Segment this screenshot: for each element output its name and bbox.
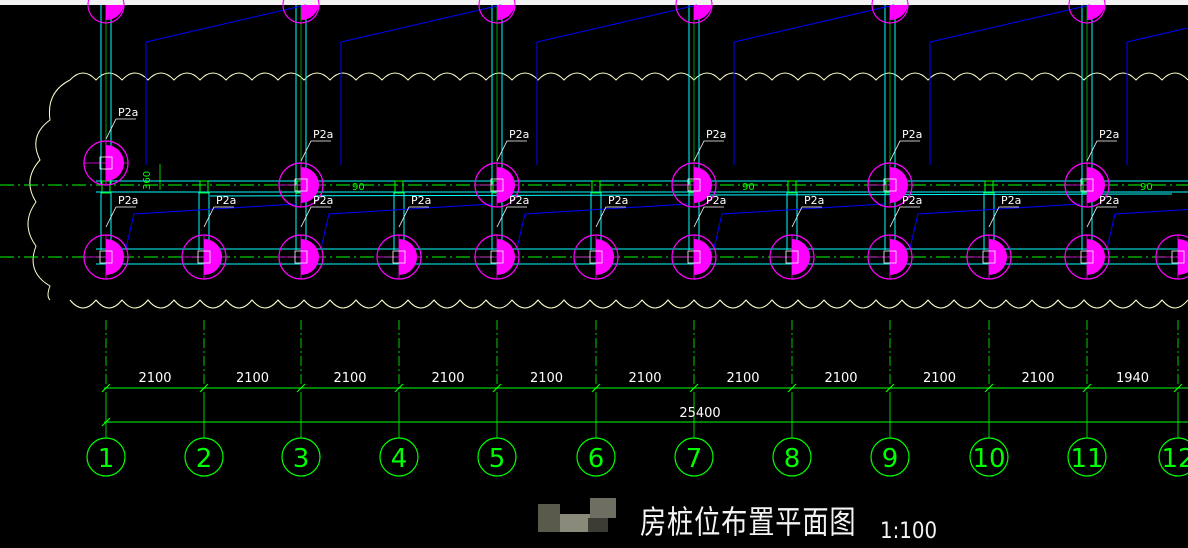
leader-line	[1106, 208, 1188, 249]
axis-number: 2	[196, 444, 213, 474]
axis-number: 4	[391, 444, 408, 474]
leader-line	[340, 4, 502, 165]
pile-label: P2a	[902, 128, 922, 141]
pile-label: P2a	[216, 194, 236, 207]
span-dimension-label: 2100	[236, 371, 269, 386]
offset-dimension: 360	[142, 171, 153, 190]
pile-label: P2a	[118, 106, 138, 119]
pile-label: P2a	[1001, 194, 1021, 207]
pile-label: P2a	[804, 194, 824, 207]
pile-offscreen-fill	[1087, 5, 1105, 21]
axis-number: 12	[1161, 444, 1188, 474]
revision-cloud-top	[69, 72, 1188, 81]
beam-joint	[199, 180, 209, 194]
span-dimension-label: 2100	[333, 371, 366, 386]
axis-number: 11	[1070, 444, 1103, 474]
pile-offscreen-fill	[301, 5, 319, 21]
total-dimension-label: 25400	[679, 406, 720, 421]
pile-offscreen-fill	[890, 5, 908, 21]
pile-layout-plan: P2a P2a P2a P2a P2a P2a P2a P2a P2a P2a P2a P2a P2a P…	[0, 0, 1188, 477]
leader-line	[536, 4, 698, 165]
span-dimension-label: 2100	[1021, 371, 1054, 386]
axis-number: 3	[293, 444, 310, 474]
redacted-area	[538, 494, 618, 538]
pile-offscreen-fill	[694, 5, 712, 21]
leader-line	[733, 4, 895, 165]
pile-label: P2a	[118, 194, 138, 207]
beam-width-dimension: 90	[742, 182, 755, 193]
span-dimension-label: 2100	[431, 371, 464, 386]
pile-label: P2a	[509, 128, 529, 141]
revision-cloud-bottom	[69, 299, 1188, 309]
pile-label: P2a	[1099, 194, 1119, 207]
beam-joint	[394, 180, 404, 194]
pile-label: P2a	[411, 194, 431, 207]
pile-label: P2a	[1099, 128, 1119, 141]
axis-number: 1	[98, 444, 115, 474]
pile-label: P2a	[509, 194, 529, 207]
pile-bottom-fill	[1178, 239, 1188, 257]
leader-line	[929, 4, 1091, 165]
pile-label: P2a	[313, 194, 333, 207]
axis-number: 10	[972, 444, 1005, 474]
beam-inner-edge	[209, 193, 1173, 197]
pile-label: P2a	[706, 194, 726, 207]
span-dimension-label: 1940	[1116, 371, 1149, 386]
pile-label: P2a	[706, 128, 726, 141]
span-dimension-label: 2100	[138, 371, 171, 386]
pile-label: P2a	[313, 128, 333, 141]
span-dimension-label: 2100	[824, 371, 857, 386]
axis-number: 9	[882, 444, 899, 474]
span-dimension-label: 2100	[726, 371, 759, 386]
beam-joint	[984, 180, 994, 194]
axis-number: 8	[784, 444, 801, 474]
span-dimension-label: 2100	[530, 371, 563, 386]
beam-width-dimension: 90	[1140, 182, 1153, 193]
drawing-title: 房桩位布置平面图	[640, 503, 857, 541]
pile-bottom-fill	[1178, 257, 1188, 275]
leader-line	[1126, 27, 1188, 165]
drawing-scale: 1:100	[880, 519, 938, 544]
pile-offscreen-fill	[497, 5, 515, 21]
beam-joint	[591, 180, 601, 194]
beam-joint	[787, 180, 797, 194]
beam-width-dimension: 90	[352, 182, 365, 193]
span-dimension-label: 2100	[628, 371, 661, 386]
axis-number: 7	[686, 444, 703, 474]
revision-cloud-left	[27, 79, 71, 301]
span-dimension-label: 2100	[923, 371, 956, 386]
pile-label: P2a	[902, 194, 922, 207]
pile-offscreen-fill	[106, 5, 124, 21]
axis-number: 5	[489, 444, 506, 474]
pile-label: P2a	[608, 194, 628, 207]
axis-number: 6	[588, 444, 605, 474]
leader-line	[145, 4, 307, 165]
